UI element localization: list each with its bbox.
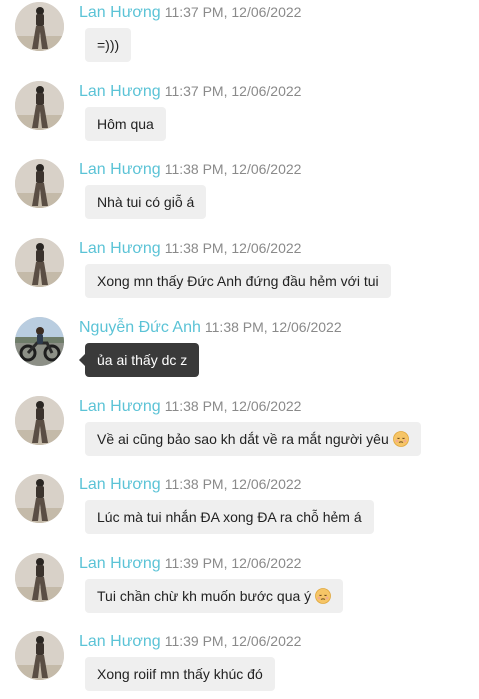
pensive-face-emoji <box>392 425 409 447</box>
sender-name[interactable]: Lan Hương <box>79 476 161 493</box>
chat-message: Lan Hương 11:38 PM, 12/06/2022 Lúc mà tui … <box>0 472 479 542</box>
message-bubble[interactable]: Xong mn thấy Đức Anh đứng đầu hẻm với tu… <box>85 264 391 298</box>
message-bubble[interactable]: Lúc mà tui nhắn ĐA xong ĐA ra chỗ hẻm á <box>85 500 374 534</box>
message-timestamp: 11:38 PM, 12/06/2022 <box>164 240 302 256</box>
message-bubble[interactable]: Tui chần chừ kh muốn bước qua ý <box>85 579 344 613</box>
sender-name[interactable]: Lan Hương <box>79 4 161 21</box>
avatar[interactable] <box>15 553 64 602</box>
message-header: Lan Hương 11:38 PM, 12/06/2022 <box>79 396 301 417</box>
message-header: Lan Hương 11:38 PM, 12/06/2022 <box>79 238 301 259</box>
message-timestamp: 11:38 PM, 12/06/2022 <box>164 398 302 414</box>
message-timestamp: 11:37 PM, 12/06/2022 <box>164 4 302 20</box>
chat-message: Lan Hương 11:37 PM, 12/06/2022 =))) <box>0 0 479 70</box>
message-bubble[interactable]: =))) <box>85 28 132 62</box>
avatar[interactable] <box>15 81 64 130</box>
message-timestamp: 11:38 PM, 12/06/2022 <box>204 319 342 335</box>
avatar[interactable] <box>15 631 64 680</box>
message-timestamp: 11:37 PM, 12/06/2022 <box>164 83 302 99</box>
message-bubble[interactable]: Hôm qua <box>85 107 166 141</box>
message-header: Nguyễn Đức Anh 11:38 PM, 12/06/2022 <box>79 317 342 338</box>
chat-message: Lan Hương 11:38 PM, 12/06/2022 Xong mn thấ… <box>0 236 479 306</box>
message-text: Nhà tui có giỗ á <box>97 194 195 210</box>
message-bubble[interactable]: Nhà tui có giỗ á <box>85 185 207 219</box>
chat-message: Lan Hương 11:37 PM, 12/06/2022 Hôm qua <box>0 79 479 149</box>
sender-name[interactable]: Lan Hương <box>79 555 161 572</box>
message-text: Hôm qua <box>97 116 154 132</box>
sender-name[interactable]: Lan Hương <box>79 83 161 100</box>
sender-name[interactable]: Lan Hương <box>79 240 161 257</box>
message-header: Lan Hương 11:37 PM, 12/06/2022 <box>79 2 301 23</box>
message-text: =))) <box>97 37 120 53</box>
message-timestamp: 11:39 PM, 12/06/2022 <box>164 555 302 571</box>
pensive-face-emoji <box>315 582 332 604</box>
chat-message: Nguyễn Đức Anh 11:38 PM, 12/06/2022 ủa ai … <box>0 315 479 385</box>
message-header: Lan Hương 11:38 PM, 12/06/2022 <box>79 474 301 495</box>
sender-name[interactable]: Lan Hương <box>79 633 161 650</box>
message-text: Tui chần chừ kh muốn bước qua ý <box>97 588 312 604</box>
message-text: Xong roiif mn thấy khúc đó <box>97 666 263 682</box>
chat-message-list[interactable]: Lan Hương 11:37 PM, 12/06/2022 =))) Lan Hươ… <box>0 0 479 699</box>
message-text: ủa ai thấy dc z <box>97 352 188 368</box>
message-timestamp: 11:38 PM, 12/06/2022 <box>164 476 302 492</box>
avatar[interactable] <box>15 2 64 51</box>
message-text: Xong mn thấy Đức Anh đứng đầu hẻm với tu… <box>97 273 379 289</box>
avatar[interactable] <box>15 238 64 287</box>
message-text: Lúc mà tui nhắn ĐA xong ĐA ra chỗ hẻm á <box>97 509 362 525</box>
avatar[interactable] <box>15 159 64 208</box>
message-header: Lan Hương 11:39 PM, 12/06/2022 <box>79 553 301 574</box>
message-header: Lan Hương 11:39 PM, 12/06/2022 <box>79 631 301 652</box>
message-bubble[interactable]: ủa ai thấy dc z <box>78 343 200 377</box>
chat-message: Lan Hương 11:39 PM, 12/06/2022 Tui chần ch… <box>0 551 479 621</box>
sender-name[interactable]: Lan Hương <box>79 398 161 415</box>
avatar[interactable] <box>15 317 64 366</box>
sender-name[interactable]: Nguyễn Đức Anh <box>79 319 201 336</box>
message-timestamp: 11:39 PM, 12/06/2022 <box>164 633 302 649</box>
chat-message: Lan Hương 11:38 PM, 12/06/2022 Nhà tui có … <box>0 157 479 227</box>
message-bubble[interactable]: Xong roiif mn thấy khúc đó <box>85 657 275 691</box>
avatar[interactable] <box>15 474 64 523</box>
avatar[interactable] <box>15 396 64 445</box>
chat-message: Lan Hương 11:38 PM, 12/06/2022 Về ai cũng … <box>0 394 479 464</box>
sender-name[interactable]: Lan Hương <box>79 161 161 178</box>
message-timestamp: 11:38 PM, 12/06/2022 <box>164 161 302 177</box>
message-text: Về ai cũng bảo sao kh dắt về ra mắt ngườ… <box>97 431 389 447</box>
message-header: Lan Hương 11:37 PM, 12/06/2022 <box>79 81 301 102</box>
message-bubble[interactable]: Về ai cũng bảo sao kh dắt về ra mắt ngườ… <box>85 422 421 456</box>
chat-message: Lan Hương 11:39 PM, 12/06/2022 Xong roiif … <box>0 629 479 699</box>
message-header: Lan Hương 11:38 PM, 12/06/2022 <box>79 159 301 180</box>
